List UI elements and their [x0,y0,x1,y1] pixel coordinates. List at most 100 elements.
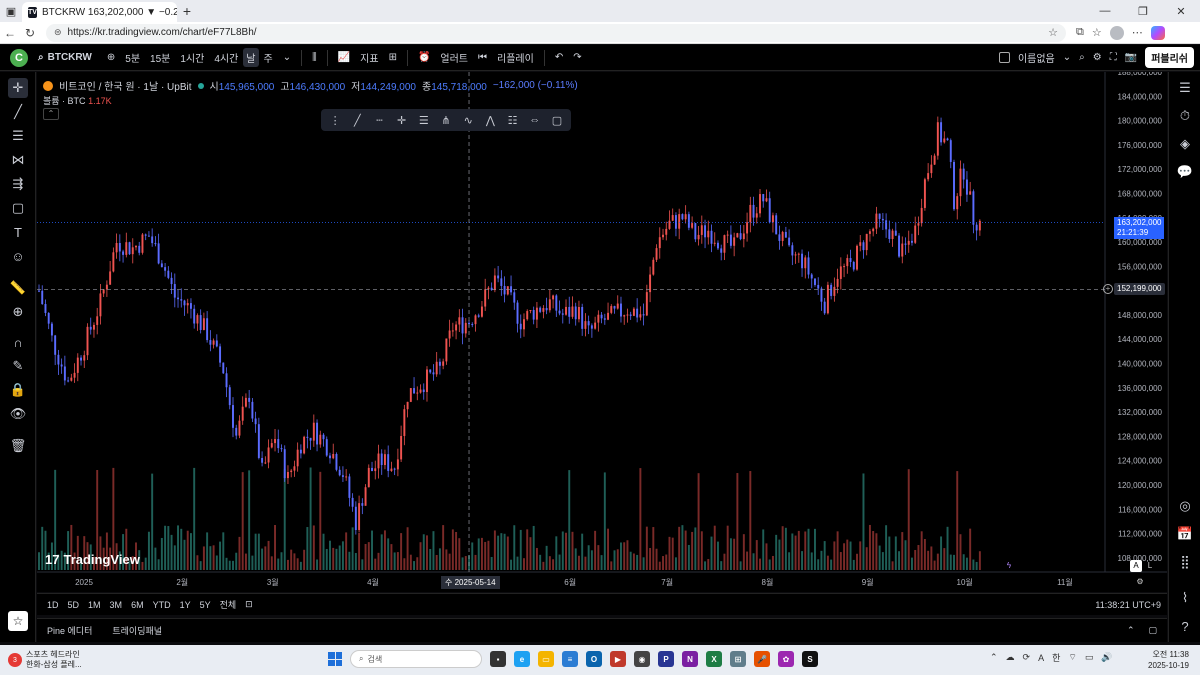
close-window-icon[interactable]: ✕ [1162,5,1200,18]
lock-icon[interactable]: 🔒 [8,380,28,400]
price-chart[interactable]: 188,000,000 184,000,000 180,000,000 176,000… [37,72,1167,592]
calendar-icon[interactable]: 📅 [1175,524,1195,544]
interval-15m[interactable]: 15분 [145,50,175,65]
battery-icon[interactable]: ▭ [1085,652,1094,663]
calculator-icon[interactable]: ⊞ [730,651,746,667]
back-icon[interactable]: ← [0,26,20,40]
range-ytd[interactable]: YTD [153,600,171,610]
axis-settings-gear-icon[interactable]: ⚙ [1134,576,1146,588]
favorite-star-icon[interactable]: ☆ [1048,26,1058,39]
compare-symbol-icon[interactable]: ⊕ [102,52,120,63]
snapshot-camera-icon[interactable]: 📷 [1125,52,1137,63]
candle-type-icon[interactable]: ⫼ [307,52,322,63]
new-tab-icon[interactable]: + [177,3,197,19]
magnet-icon[interactable]: ∩ [8,332,28,352]
replay-icon[interactable]: ⏮ [473,52,492,63]
onenote-icon[interactable]: N [682,651,698,667]
more-icon[interactable]: ⋯ [1132,26,1143,39]
onedrive-cloud-icon[interactable]: ☁ [1006,652,1015,663]
range-1y[interactable]: 1Y [180,600,191,610]
projection-icon[interactable]: ⇶ [8,174,28,194]
tab-pine-editor[interactable]: Pine 에디터 [47,624,92,637]
chart-clock[interactable]: 11:38:21 UTC+9 [1095,600,1167,610]
channel-icon[interactable]: ☰ [416,114,432,127]
text-icon[interactable]: T [8,222,28,242]
rectangle-tool-icon[interactable]: ▢ [549,114,565,127]
cross-line-icon[interactable]: ✛ [394,114,410,127]
profile-avatar[interactable] [1109,25,1124,40]
restore-icon[interactable]: ❐ [1124,5,1162,18]
target-icon[interactable]: ◎ [1175,496,1195,516]
interval-1h[interactable]: 1시간 [175,50,209,65]
symbol-search[interactable]: ⌕ BTCKRW [38,52,92,63]
log-scale-button[interactable]: L [1144,560,1156,572]
replay-button[interactable]: 리플레이 [492,50,539,65]
extensions-icon[interactable]: ⧉ [1076,26,1084,39]
zoom-in-icon[interactable]: ⊕ [8,302,28,322]
range-all[interactable]: 전체 [220,598,237,611]
quick-search-icon[interactable]: ⌕ [1079,52,1085,63]
excel-icon[interactable]: X [706,651,722,667]
favorites-icon[interactable]: ☆ [1092,26,1102,39]
tradingview-watermark[interactable]: 17 TradingView [45,552,140,567]
drag-handle-icon[interactable]: ⋮ [327,114,343,127]
fib-icon[interactable]: ☰ [8,126,28,146]
indicators-button[interactable]: 지표 [355,50,383,65]
chart-pane[interactable]: 188,000,000 184,000,000 180,000,000 176,000… [37,72,1167,592]
alert-icon[interactable]: ⏰ [413,52,435,63]
window-menu-icon[interactable]: ▣ [0,0,22,22]
layout-checkbox[interactable] [998,52,1010,63]
fib-tool-icon[interactable]: ☷ [505,114,521,127]
wave-icon[interactable]: ∿ [460,114,476,127]
user-avatar[interactable]: C [10,48,28,67]
file-explorer-icon[interactable]: ▭ [538,651,554,667]
range-5y[interactable]: 5Y [200,600,211,610]
paint-icon[interactable]: ✿ [778,651,794,667]
outlook-icon[interactable]: O [586,651,602,667]
interval-day[interactable]: 날 [243,48,259,67]
help-icon[interactable]: ? [1175,616,1195,636]
undo-icon[interactable]: ↶ [550,52,568,63]
hide-eye-icon[interactable]: 👁 [8,404,28,424]
collapse-legend-chevron-up-icon[interactable]: ⌃ [43,108,59,120]
range-6m[interactable]: 6M [131,600,144,610]
range-3m[interactable]: 3M [110,600,123,610]
stay-drawing-icon[interactable]: ✎ [8,356,28,376]
watchlist-star-icon[interactable]: ☆ [8,611,28,631]
volume-icon[interactable]: 🔊 [1101,652,1112,663]
taskbar-search-input[interactable]: ⌕ 검색 [350,650,482,668]
layout-name[interactable]: 이름없음 [1018,50,1055,65]
fullscreen-icon[interactable]: ⛶ [1110,52,1117,63]
publish-button[interactable]: 퍼블리쉬 [1145,47,1194,68]
goto-date-calendar-icon[interactable]: ⊡ [245,599,253,610]
browser-tab[interactable]: TV BTCKRW 163,202,000 ▼ −0.26% ... ✕ [22,2,177,22]
news-widget[interactable]: 3 스포츠 헤드라인 한화-삼성 플레... [0,650,180,670]
url-input[interactable]: ⊜ https://kr.tradingview.com/chart/eF77L… [46,23,1066,42]
edge-browser-icon[interactable]: e [514,651,530,667]
ime-hangul[interactable]: 한 [1052,651,1060,664]
pattern-icon[interactable]: ⋈ [8,150,28,170]
shapes-icon[interactable]: ▢ [8,198,28,218]
range-5d[interactable]: 5D [68,600,80,610]
emoji-icon[interactable]: ☺ [8,246,28,266]
range-tool-icon[interactable]: ⇔ [527,114,543,126]
pattern-tool-icon[interactable]: ⋀ [482,114,498,127]
chat-icon[interactable]: 💬 [1175,162,1195,182]
broadcast-icon[interactable]: ⌇ [1175,588,1195,608]
p-app-icon[interactable]: P [658,651,674,667]
refresh-icon[interactable]: ↻ [20,26,40,40]
layout-chevron-down-icon[interactable]: ⌄ [1063,52,1071,63]
wifi-icon[interactable]: ⌔ [1068,652,1076,663]
auto-scale-button[interactable]: A [1130,560,1142,572]
templates-icon[interactable]: ⊞ [384,52,402,63]
tray-chevron-up-icon[interactable]: ⌃ [990,652,998,663]
trash-icon[interactable]: 🗑 [8,436,28,456]
indicators-icon[interactable]: 📈 [333,52,355,63]
interval-week[interactable]: 주 [259,50,278,65]
interval-dropdown-chevron-icon[interactable]: ⌄ [278,52,296,63]
redo-icon[interactable]: ↷ [568,52,586,63]
sync-icon[interactable]: ⟳ [1023,652,1031,663]
camera-icon[interactable]: ◉ [634,651,650,667]
horizontal-ray-icon[interactable]: ┄ [371,114,387,127]
watchlist-icon[interactable]: ☰ [1175,78,1195,98]
